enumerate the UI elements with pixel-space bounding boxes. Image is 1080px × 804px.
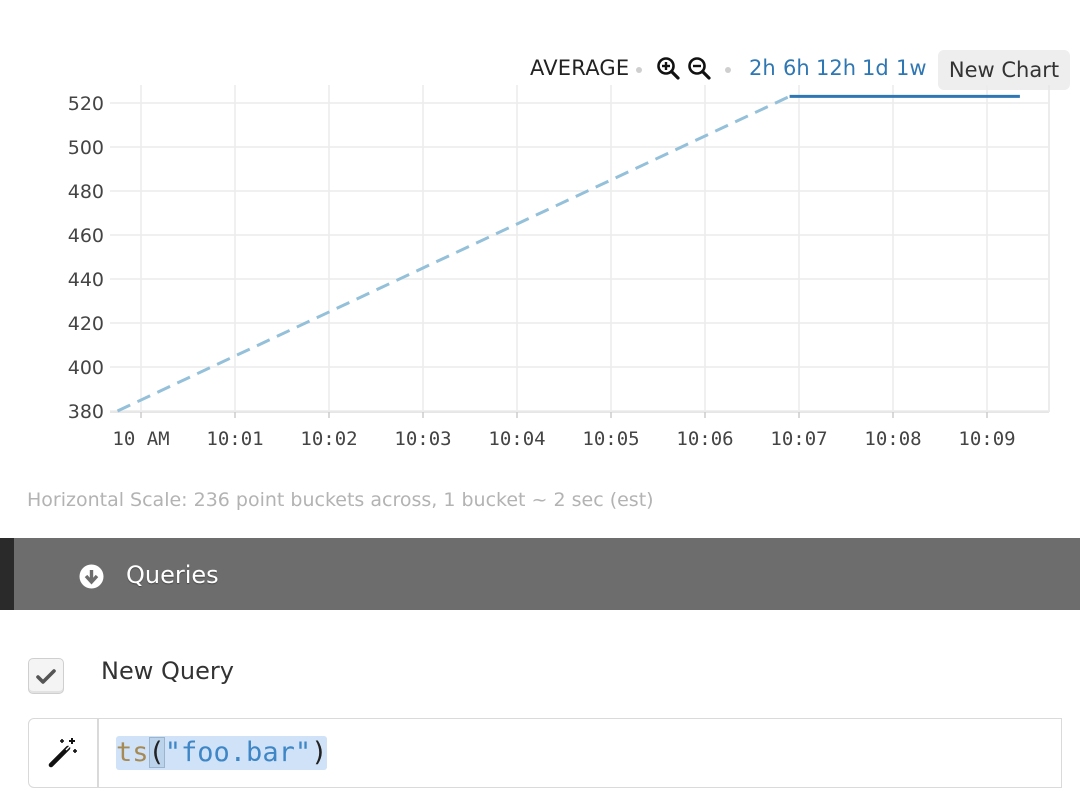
y-tick-label: 460	[68, 225, 104, 247]
y-tick-label: 440	[68, 269, 104, 291]
range-1d[interactable]: 1d	[862, 56, 889, 80]
chart-grid	[110, 85, 1050, 418]
queries-section-header[interactable]: Queries	[0, 538, 1080, 610]
checkmark-icon	[36, 669, 56, 684]
x-tick-label: 10:09	[958, 428, 1015, 450]
query-enabled-checkbox[interactable]	[28, 658, 64, 694]
query-expression[interactable]: ts("foo.bar")	[116, 736, 328, 770]
queries-title[interactable]: Queries	[126, 561, 219, 589]
y-axis: 520 500 480 460 440 420 400 380	[68, 93, 104, 423]
y-tick-label: 500	[68, 137, 104, 159]
line-chart: 520 500 480 460 440 420 400 380 10 AM 10:01 10:02…	[68, 85, 1050, 450]
x-tick-label: 10:07	[770, 428, 827, 450]
separator-dot	[725, 67, 731, 73]
range-6h[interactable]: 6h	[783, 56, 810, 80]
arrow-circle-down-icon[interactable]	[79, 564, 104, 589]
separator-dot	[636, 67, 642, 73]
x-tick-label: 10:08	[864, 428, 921, 450]
expression-function: ts	[116, 737, 149, 768]
x-tick-label: 10:04	[488, 428, 545, 450]
x-tick-label: 10:05	[582, 428, 639, 450]
y-tick-label: 380	[68, 401, 104, 423]
x-tick-label: 10:02	[300, 428, 357, 450]
x-tick-label: 10:06	[676, 428, 733, 450]
query-builder-button[interactable]	[28, 718, 98, 788]
query-name[interactable]: New Query	[101, 657, 234, 685]
horizontal-scale-note: Horizontal Scale: 236 point buckets acro…	[27, 489, 654, 511]
query-expression-editor[interactable]: ts("foo.bar")	[98, 718, 1062, 788]
chart-series	[116, 94, 1020, 413]
zoom-in-icon[interactable]	[656, 56, 680, 80]
x-tick-label: 10:03	[394, 428, 451, 450]
expression-argument: "foo.bar"	[164, 737, 312, 768]
y-tick-label: 420	[68, 313, 104, 335]
y-tick-label: 480	[68, 181, 104, 203]
y-tick-label: 520	[68, 93, 104, 115]
x-tick-label: 10 AM	[112, 428, 169, 450]
x-axis: 10 AM 10:01 10:02 10:03 10:04 10:05 10:06 10:07…	[112, 428, 1015, 450]
y-tick-label: 400	[68, 357, 104, 379]
zoom-out-icon[interactable]	[687, 56, 711, 80]
x-tick-label: 10:01	[206, 428, 263, 450]
range-2h[interactable]: 2h	[749, 56, 776, 80]
queries-bar-edge	[0, 538, 14, 610]
expression-open-paren: (	[148, 737, 165, 768]
expression-close-paren: )	[311, 737, 328, 768]
series-line-dashed	[116, 95, 791, 413]
range-1w[interactable]: 1w	[896, 56, 927, 80]
aggregation-selector[interactable]: AVERAGE	[530, 56, 629, 80]
range-12h[interactable]: 12h	[816, 56, 856, 80]
magic-wand-icon	[48, 738, 77, 768]
